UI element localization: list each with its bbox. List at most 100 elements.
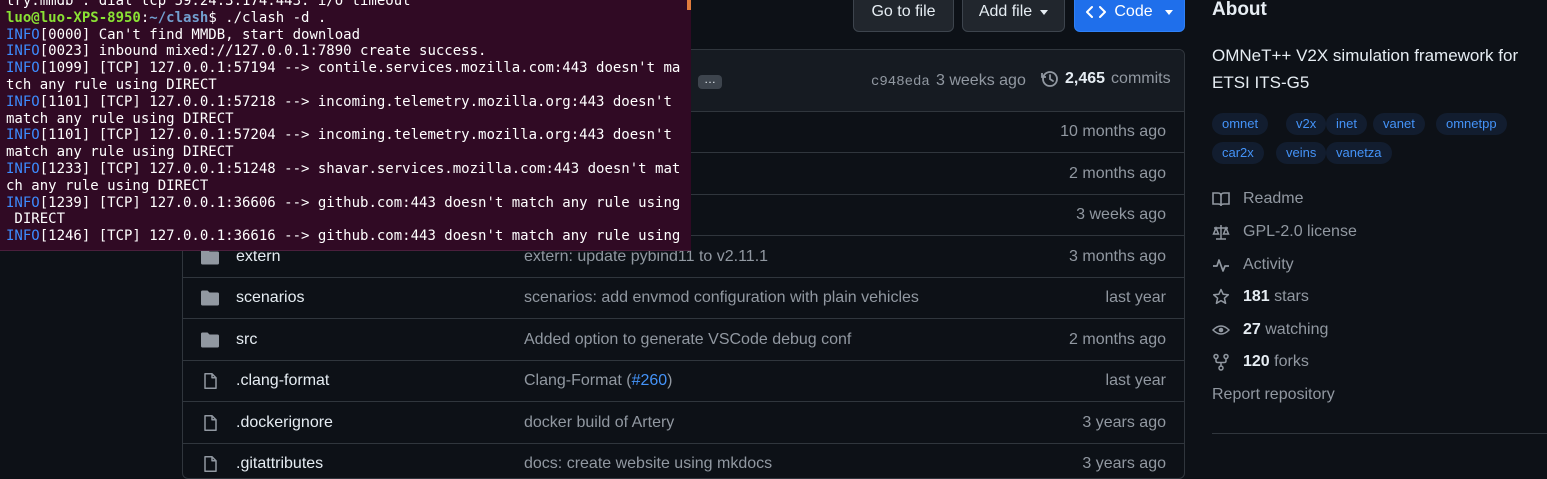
law-icon xyxy=(1212,225,1230,240)
readme-label: Readme xyxy=(1243,190,1304,207)
log-level-tag: INFO xyxy=(6,43,40,60)
pull-request-link[interactable]: #260 xyxy=(632,372,668,389)
file-icon xyxy=(204,456,217,472)
repo-description: OMNeT++ V2X simulation framework for ETS… xyxy=(1212,46,1519,92)
stars-link[interactable]: 181 stars xyxy=(1212,288,1309,306)
commit-message-text: ) xyxy=(667,372,673,389)
log-line: [1101] [TCP] 127.0.0.1:57218 --> incomin… xyxy=(6,93,672,127)
go-to-file-button[interactable]: Go to file xyxy=(853,0,954,32)
sidebar-divider xyxy=(1212,433,1547,434)
commits-link[interactable]: 2,465 commits xyxy=(1041,70,1171,88)
commit-date: 2 months ago xyxy=(1069,164,1166,182)
file-icon xyxy=(204,373,217,389)
topic-tag[interactable]: veins xyxy=(1276,142,1327,164)
caret-down-icon xyxy=(1164,9,1173,15)
log-line: [1099] [TCP] 127.0.0.1:57194 --> contile… xyxy=(6,60,681,93)
log-line: [1246] [TCP] 127.0.0.1:36616 --> github.… xyxy=(39,228,681,245)
file-name[interactable]: .dockerignore xyxy=(236,414,333,432)
prompt-path: ~/clash xyxy=(149,9,209,26)
log-level-tag: INFO xyxy=(6,26,40,43)
log-line: [1233] [TCP] 127.0.0.1:51248 --> shavar.… xyxy=(6,160,681,194)
log-line: [0023] inbound mixed://127.0.0.1:7890 cr… xyxy=(39,43,487,60)
prompt-command: $ ./clash -d . xyxy=(208,9,327,26)
book-icon xyxy=(1212,192,1230,207)
license-link[interactable]: GPL-2.0 license xyxy=(1212,223,1357,241)
watching-link[interactable]: 27 watching xyxy=(1212,321,1328,339)
activity-label: Activity xyxy=(1243,256,1294,273)
terminal-output: try.mmdb": dial tcp 59.24.3.174:443: i/o… xyxy=(0,0,691,245)
commit-date: last year xyxy=(1105,289,1166,306)
file-row[interactable]: .gitattributes docs: create website using… xyxy=(183,444,1184,478)
commit-date: 3 years ago xyxy=(1082,413,1166,431)
caret-down-icon xyxy=(1040,9,1049,15)
log-level-tag: INFO xyxy=(6,60,40,77)
file-icon xyxy=(204,414,217,431)
code-icon xyxy=(1086,6,1107,18)
topic-tag[interactable]: omnet xyxy=(1212,113,1269,135)
log-level-tag: INFO xyxy=(6,160,40,177)
license-label: GPL-2.0 license xyxy=(1243,223,1357,240)
go-to-file-label: Go to file xyxy=(871,3,936,20)
file-row[interactable]: scenarios scenarios: add envmod configura… xyxy=(183,278,1184,319)
commit-message-text: Added option to generate VSCode debug co… xyxy=(524,330,852,348)
log-line: [1239] [TCP] 127.0.0.1:36606 --> github.… xyxy=(14,194,681,228)
history-icon xyxy=(1041,71,1058,87)
log-level-tag: INFO xyxy=(6,93,40,110)
topic-tag[interactable]: vanetza xyxy=(1326,142,1392,164)
forks-link[interactable]: 120 forks xyxy=(1212,353,1309,371)
forks-count: 120 xyxy=(1243,353,1270,370)
eye-icon xyxy=(1212,325,1230,335)
commit-date: 3 months ago xyxy=(1069,247,1166,265)
log-level-tag: INFO xyxy=(6,127,40,144)
commit-message[interactable]: scenarios: add envmod configuration with… xyxy=(524,289,919,307)
commit-date: 3 weeks ago xyxy=(1076,206,1166,223)
commit-date: 2 months ago xyxy=(1069,330,1166,348)
file-row[interactable]: src Added option to generate VSCode debug… xyxy=(183,320,1184,361)
pulse-icon xyxy=(1213,259,1229,272)
fork-icon xyxy=(1213,353,1229,371)
stars-label: stars xyxy=(1274,288,1309,305)
file-name[interactable]: .gitattributes xyxy=(236,455,323,473)
commit-message-text: docker build of Artery xyxy=(524,413,675,431)
readme-link[interactable]: Readme xyxy=(1212,190,1303,208)
terminal-line: try.mmdb": dial tcp 59.24.3.174:443: i/o… xyxy=(6,0,411,9)
log-level-tag: INFO xyxy=(6,194,40,211)
folder-icon xyxy=(201,332,219,347)
topic-tag[interactable]: car2x xyxy=(1212,142,1264,164)
commit-age: 3 weeks ago xyxy=(936,72,1026,89)
commit-date: 3 years ago xyxy=(1082,455,1166,472)
topic-tag[interactable]: v2x xyxy=(1286,113,1327,135)
file-name[interactable]: src xyxy=(236,331,257,349)
terminal-window[interactable]: try.mmdb": dial tcp 59.24.3.174:443: i/o… xyxy=(0,0,691,251)
commit-message[interactable]: Clang-Format (#260) xyxy=(524,372,673,390)
file-name[interactable]: scenarios xyxy=(236,289,304,307)
commit-message-text: Clang-Format ( xyxy=(524,372,632,389)
watching-label: watching xyxy=(1265,321,1329,338)
topic-tag[interactable]: inet xyxy=(1326,113,1367,135)
file-row[interactable]: .dockerignore docker build of Artery 3 yea… xyxy=(183,403,1184,444)
log-line: [0000] Can't find MMDB, start download xyxy=(39,26,361,43)
commit-message[interactable]: docs: create website using mkdocs xyxy=(524,455,772,473)
stars-count: 181 xyxy=(1243,288,1270,305)
commit-message[interactable]: Added option to generate VSCode debug co… xyxy=(524,331,851,349)
code-label: Code xyxy=(1114,3,1153,20)
star-icon xyxy=(1212,288,1230,305)
commit-message-text: scenarios: add envmod configuration with… xyxy=(524,289,919,306)
file-row[interactable]: .clang-format Clang-Format (#260) last yea… xyxy=(183,361,1184,402)
topic-tag[interactable]: vanet xyxy=(1373,113,1425,135)
log-level-tag: INFO xyxy=(6,228,40,245)
prompt-user: luo@luo-XPS-8950 xyxy=(6,9,141,26)
file-name[interactable]: .clang-format xyxy=(236,372,329,390)
code-button[interactable]: Code xyxy=(1074,0,1185,32)
report-repository-link[interactable]: Report repository xyxy=(1212,386,1335,404)
commit-sha[interactable]: c948eda xyxy=(871,74,930,90)
add-file-label: Add file xyxy=(978,3,1033,20)
commit-message-expand-button[interactable]: … xyxy=(698,73,722,89)
commit-message[interactable]: docker build of Artery xyxy=(524,414,674,432)
topic-tag[interactable]: omnetpp xyxy=(1436,113,1507,135)
activity-link[interactable]: Activity xyxy=(1212,256,1294,274)
commit-date: 10 months ago xyxy=(1060,123,1166,140)
add-file-button[interactable]: Add file xyxy=(962,0,1065,32)
commits-label: commits xyxy=(1111,70,1171,87)
folder-icon xyxy=(201,290,219,306)
